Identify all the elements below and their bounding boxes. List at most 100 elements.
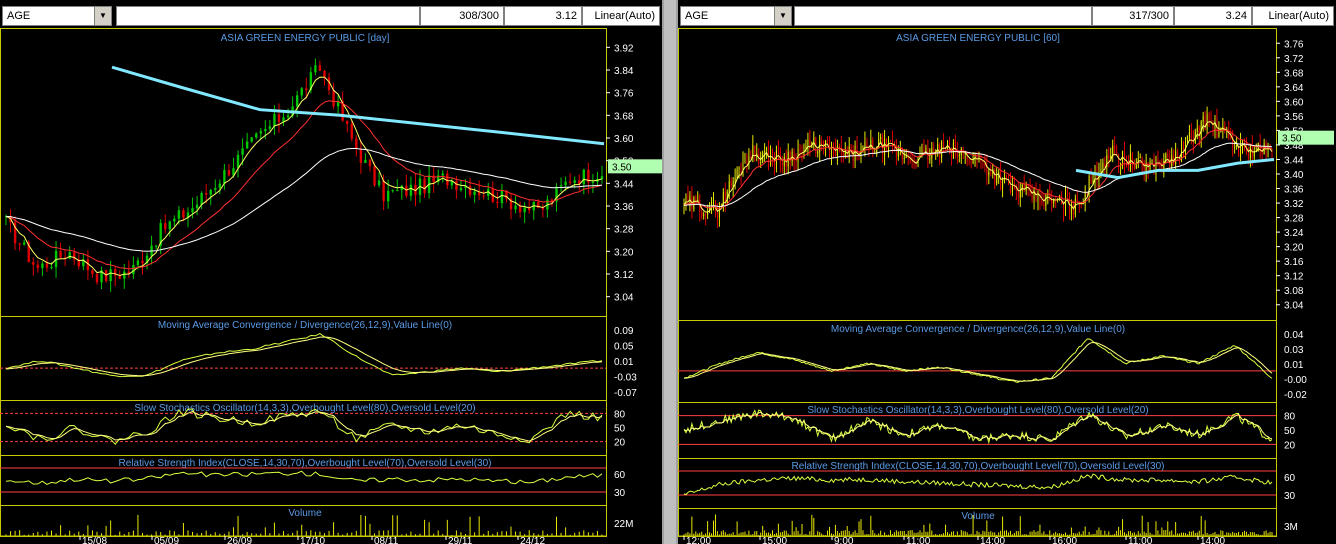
candle-body: [36, 264, 40, 269]
window-splitter[interactable]: [664, 0, 676, 544]
candle-body: [982, 161, 984, 163]
candle-body: [286, 115, 290, 118]
chart-title: ASIA GREEN ENERGY PUBLIC [day]: [221, 33, 390, 44]
candle-body: [273, 114, 276, 127]
rsi-title: Relative Strength Index(CLOSE,14,30,70),…: [792, 461, 1165, 472]
x-tick-label: 15/08: [82, 536, 107, 544]
candle-body: [1070, 207, 1072, 214]
volume-tick-label: 22M: [614, 519, 633, 530]
price-tick-label: 3.36: [614, 202, 634, 213]
candle-body: [1218, 131, 1220, 137]
macd-tick-label: 0.05: [614, 342, 634, 353]
candle-body: [168, 221, 171, 230]
candle-body: [264, 128, 267, 132]
candle-body: [929, 158, 931, 160]
x-tick-label: 26/09: [227, 536, 252, 544]
volume-title: Volume: [288, 508, 322, 519]
macd-line: [683, 338, 1273, 383]
candle-body: [1202, 116, 1204, 122]
candle-body: [978, 156, 980, 162]
candle-body: [355, 138, 358, 149]
price-tick-label: 3.28: [1284, 214, 1304, 225]
candle-body: [559, 185, 563, 187]
candle-body: [950, 151, 952, 158]
candle-body: [1167, 153, 1169, 158]
candle-body: [1190, 132, 1192, 140]
x-tick-label: 29/11: [448, 536, 473, 544]
candle-body: [760, 162, 762, 164]
candle-body: [738, 167, 740, 170]
candle-body: [994, 169, 996, 184]
candle-body: [750, 156, 752, 158]
candle-body: [1230, 138, 1232, 140]
candle-body: [799, 148, 801, 151]
candle-body: [141, 260, 144, 264]
candle-body: [911, 160, 913, 164]
price-tick-label: 3.64: [1284, 83, 1304, 94]
candle-body: [1183, 142, 1185, 151]
candle-body: [191, 208, 194, 213]
ma-fast-line: [5, 76, 603, 277]
ma-long-line: [1075, 158, 1275, 180]
candle-body: [744, 160, 746, 162]
candle-body: [1186, 136, 1188, 142]
price-tick-label: 3.08: [1284, 286, 1304, 297]
candle-body: [182, 210, 185, 218]
candle-body: [943, 141, 945, 148]
candle-body: [1033, 187, 1035, 200]
candle-body: [976, 154, 978, 162]
candle-body: [1006, 176, 1008, 181]
candle-body: [1000, 172, 1002, 189]
price-panel-frame: [678, 28, 1277, 321]
price-tick-label: 3.04: [614, 293, 634, 304]
candle-body: [409, 184, 413, 196]
macd-tick-label: 0.03: [1284, 345, 1304, 356]
price-tick-label: 3.12: [1284, 272, 1304, 283]
candle-body: [364, 159, 367, 163]
candle-body: [1171, 155, 1173, 167]
chart-canvas[interactable]: ASIA GREEN ENERGY PUBLIC [day] 3.92 3.84 3.…: [0, 0, 662, 544]
candle-body: [423, 178, 426, 194]
candle-body: [854, 145, 856, 161]
macd-tick-label: 0.04: [1284, 330, 1304, 341]
price-tick-label: 3.20: [1284, 243, 1304, 254]
candle-body: [1236, 145, 1238, 147]
candle-body: [913, 163, 915, 166]
candle-body: [990, 171, 992, 174]
macd-tick-label: -0.02: [1284, 390, 1307, 401]
last-price-label: 3.50: [1282, 134, 1302, 145]
candle-body: [200, 193, 203, 205]
volume-title: Volume: [961, 511, 995, 522]
candle-body: [888, 140, 890, 151]
candle-body: [830, 144, 832, 158]
candle-body: [50, 267, 53, 269]
macd-tick-label: -0.03: [614, 373, 637, 384]
candle-body: [173, 218, 176, 222]
candle-body: [59, 250, 62, 258]
candle-body: [829, 144, 831, 158]
macd-tick-label: 0.01: [1284, 360, 1304, 371]
price-tick-label: 3.60: [614, 134, 634, 145]
chart-canvas[interactable]: ASIA GREEN ENERGY PUBLIC [60] 3.76 3.72 3.6…: [678, 0, 1336, 544]
candle-body: [236, 154, 240, 169]
macd-title: Moving Average Convergence / Divergence(…: [158, 320, 452, 331]
candle-body: [373, 166, 376, 186]
candle-body: [1139, 157, 1141, 159]
candle-body: [838, 145, 840, 147]
candle-body: [1120, 163, 1122, 165]
candle-body: [1011, 186, 1013, 192]
candle-body: [22, 242, 26, 245]
candle-body: [18, 243, 21, 245]
candle-body: [245, 141, 249, 149]
ma-fast-line: [683, 121, 1273, 213]
price-tick-label: 3.44: [614, 179, 634, 190]
candle-body: [730, 181, 732, 187]
candle-body: [793, 151, 795, 162]
candle-body: [209, 189, 212, 195]
stoch-title: Slow Stochastics Oscillator(14,3,3),Over…: [807, 405, 1148, 416]
candle-body: [332, 90, 335, 107]
candle-body: [405, 185, 408, 196]
candle-body: [500, 190, 504, 204]
candle-body: [368, 159, 372, 167]
candle-body: [514, 205, 517, 210]
